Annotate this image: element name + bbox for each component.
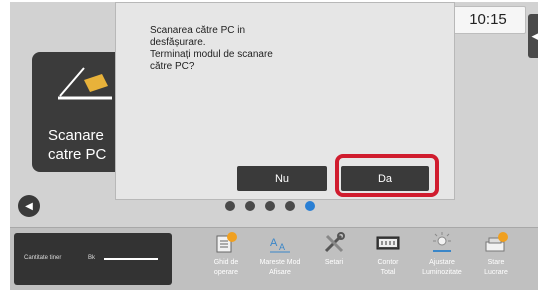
back-arrow-icon[interactable]: ◀ xyxy=(18,195,40,217)
yes-button-highlight xyxy=(335,154,439,197)
tool-label-line1: Stare xyxy=(487,259,505,266)
dialog-message: Scanarea către PC in desfășurare. Termin… xyxy=(150,25,430,73)
toner-bk-label: Bk xyxy=(88,255,96,261)
tool-label-line1: Contor xyxy=(377,259,399,266)
tool-label-line1: Setari xyxy=(324,259,344,266)
message-line: Scanarea către PC in xyxy=(150,25,246,36)
page-dot[interactable] xyxy=(245,201,255,211)
page-indicator xyxy=(225,201,315,211)
tool-label-line2: operare xyxy=(213,269,239,276)
total-counter-icon xyxy=(376,236,400,250)
device-screen: Scanare catre PC ◀ 10:15 ◀ Scanarea cătr… xyxy=(10,2,538,290)
settings-tools-icon xyxy=(324,232,345,253)
total-counter-button[interactable]: Contor Total xyxy=(360,230,416,290)
tool-label-line2: Afisare xyxy=(269,269,291,276)
tool-label-line2: Lucrare xyxy=(484,269,508,276)
svg-text:A: A xyxy=(270,237,278,249)
side-panel-tab-icon[interactable]: ◀ xyxy=(528,14,538,58)
clock: 10:15 xyxy=(450,6,526,34)
page-dot-active[interactable] xyxy=(305,201,315,211)
toner-quantity-panel: Cantitate tiner Bk xyxy=(14,233,172,285)
tool-label-line1: Mareste Mod xyxy=(259,259,301,266)
toner-level-bar xyxy=(104,258,158,260)
message-line: Terminați modul de scanare xyxy=(150,49,273,60)
manual-icon xyxy=(216,232,237,253)
job-status-button[interactable]: Stare Lucrare xyxy=(468,230,524,290)
zoom-display-mode-button[interactable]: A A Mareste Mod Afisare xyxy=(252,230,308,290)
tool-label-line1: Ajustare xyxy=(429,259,455,266)
tool-label-line1: Ghid de xyxy=(213,259,239,266)
brightness-icon xyxy=(433,232,451,252)
page-dot[interactable] xyxy=(265,201,275,211)
bottom-toolbar: Cantitate tiner Bk Ghid de operare A A M… xyxy=(10,227,538,290)
svg-text:A: A xyxy=(279,242,285,252)
no-button[interactable]: Nu xyxy=(237,166,327,191)
zoom-display-icon: A A xyxy=(270,237,290,253)
scanner-icon xyxy=(58,67,112,100)
page-dot[interactable] xyxy=(225,201,235,211)
settings-button[interactable]: Setari xyxy=(306,230,362,290)
message-line: desfășurare. xyxy=(150,37,206,48)
brightness-adjust-button[interactable]: Ajustare Luminozitate xyxy=(414,230,470,290)
tool-label-line2: Total xyxy=(380,269,396,276)
tool-label-line2: Luminozitate xyxy=(422,269,462,276)
job-status-icon xyxy=(485,232,508,252)
page-dot[interactable] xyxy=(285,201,295,211)
message-line: către PC? xyxy=(150,61,195,72)
toner-label: Cantitate tiner xyxy=(24,255,62,261)
operation-guide-button[interactable]: Ghid de operare xyxy=(198,230,254,290)
